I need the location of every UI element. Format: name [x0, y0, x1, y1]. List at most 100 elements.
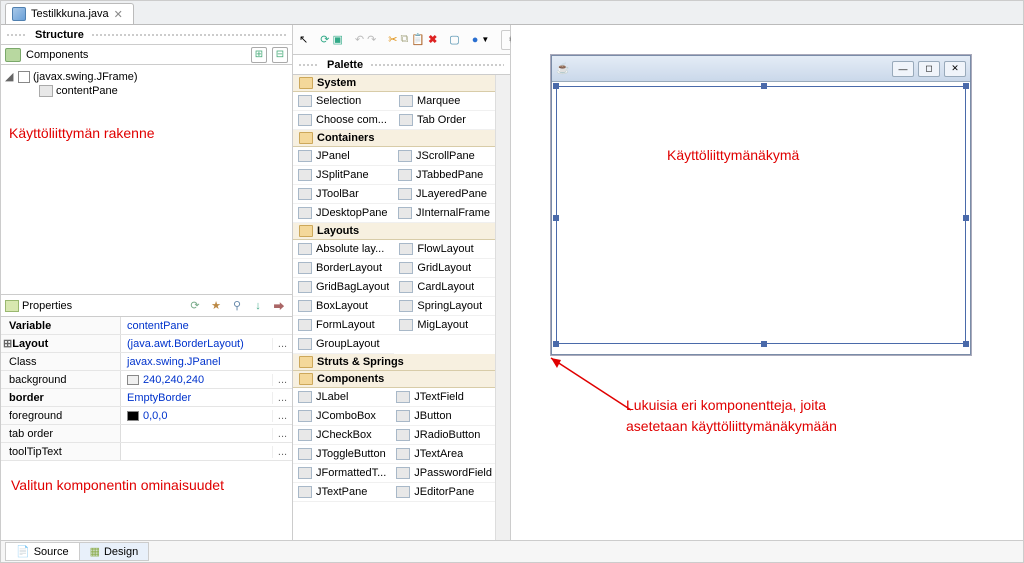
maximize-button[interactable]: ◻: [918, 61, 940, 77]
resize-handle[interactable]: [963, 215, 969, 221]
resize-handle[interactable]: [963, 83, 969, 89]
palette-item[interactable]: BorderLayout: [293, 259, 394, 278]
file-tab[interactable]: Testilkkuna.java ✕: [5, 3, 134, 24]
palette-item[interactable]: JComboBox: [293, 407, 391, 426]
palette-item[interactable]: Tab Order: [394, 111, 495, 130]
palette-item[interactable]: Selection: [293, 92, 394, 111]
palette-item[interactable]: JLabel: [293, 388, 391, 407]
palette-item[interactable]: JLayeredPane: [393, 185, 495, 204]
close-icon[interactable]: ✕: [114, 8, 123, 21]
palette-category[interactable]: Layouts: [293, 223, 495, 240]
tool-paste-icon[interactable]: 📋: [411, 29, 425, 51]
tool-delete-icon[interactable]: ✖: [428, 29, 437, 51]
tool-preview-icon[interactable]: ▢: [449, 29, 459, 51]
tool-cut-icon[interactable]: ✂: [388, 29, 397, 51]
tool-globe-icon[interactable]: ●: [472, 29, 479, 51]
tool-refresh-icon[interactable]: ⟳: [320, 29, 329, 51]
component-icon: [298, 95, 312, 107]
palette-item[interactable]: JTabbedPane: [393, 166, 495, 185]
palette-item[interactable]: CardLayout: [394, 278, 495, 297]
palette-item[interactable]: JInternalFrame: [393, 204, 495, 223]
resize-handle[interactable]: [963, 341, 969, 347]
tool-undo-icon[interactable]: ↶: [355, 29, 364, 51]
palette-item[interactable]: FormLayout: [293, 316, 394, 335]
palette-item[interactable]: JToolBar: [293, 185, 393, 204]
palette-category[interactable]: Components: [293, 371, 495, 388]
palette-body[interactable]: SystemSelectionMarqueeChoose com...Tab O…: [293, 75, 495, 540]
palette-item[interactable]: SpringLayout: [394, 297, 495, 316]
tree-toggle-icon[interactable]: ◢: [5, 70, 15, 83]
minimize-button[interactable]: —: [892, 61, 914, 77]
jframe-preview[interactable]: ☕ — ◻ ✕ Käytt: [551, 55, 971, 355]
resize-handle[interactable]: [761, 341, 767, 347]
palette-category[interactable]: Struts & Springs: [293, 354, 495, 371]
property-row[interactable]: VariablecontentPane: [1, 317, 292, 335]
tool-test-icon[interactable]: ▣: [332, 29, 342, 51]
java-cup-icon: ☕: [556, 62, 570, 76]
palette-item[interactable]: GroupLayout: [293, 335, 394, 354]
palette-title: Palette: [327, 59, 363, 71]
palette-item[interactable]: JRadioButton: [391, 426, 495, 445]
palette-item[interactable]: JSplitPane: [293, 166, 393, 185]
design-canvas[interactable]: ☕ — ◻ ✕ Käytt: [511, 25, 1023, 540]
palette-item[interactable]: JTextPane: [293, 483, 391, 502]
palette-category[interactable]: System: [293, 75, 495, 92]
content-pane-preview[interactable]: Käyttöliittymänäkymä: [556, 86, 966, 344]
property-row[interactable]: borderEmptyBorder...: [1, 389, 292, 407]
palette-item[interactable]: GridLayout: [394, 259, 495, 278]
palette-item[interactable]: MigLayout: [394, 316, 495, 335]
tree-row-contentpane[interactable]: contentPane: [5, 84, 288, 98]
palette-item[interactable]: Absolute lay...: [293, 240, 394, 259]
structure-title: Structure: [35, 29, 84, 41]
property-row[interactable]: Classjavax.swing.JPanel: [1, 353, 292, 371]
collapse-all-button[interactable]: ⊟: [272, 47, 288, 63]
palette-item[interactable]: JFormattedT...: [293, 464, 391, 483]
tool-cursor-icon[interactable]: ↖: [299, 29, 308, 51]
palette-item[interactable]: JTextArea: [391, 445, 495, 464]
palette-item[interactable]: Marquee: [394, 92, 495, 111]
props-tool-4[interactable]: ↓: [249, 297, 267, 315]
property-row[interactable]: toolTipText...: [1, 443, 292, 461]
component-icon: [298, 207, 312, 219]
expand-all-button[interactable]: ⊞: [251, 47, 267, 63]
props-tool-2[interactable]: ★: [207, 297, 225, 315]
palette-item[interactable]: BoxLayout: [293, 297, 394, 316]
palette-item[interactable]: JEditorPane: [391, 483, 495, 502]
palette-item[interactable]: FlowLayout: [394, 240, 495, 259]
resize-handle[interactable]: [553, 341, 559, 347]
props-tool-1[interactable]: ⟳: [186, 297, 204, 315]
props-tool-3[interactable]: ⚲: [228, 297, 246, 315]
palette-item[interactable]: JDesktopPane: [293, 204, 393, 223]
palette-item[interactable]: JButton: [391, 407, 495, 426]
palette-item[interactable]: JPanel: [293, 147, 393, 166]
property-row[interactable]: tab order...: [1, 425, 292, 443]
component-icon: [298, 467, 312, 479]
palette-item[interactable]: GridBagLayout: [293, 278, 394, 297]
palette-category[interactable]: Containers: [293, 130, 495, 147]
property-row[interactable]: ⊞ Layout(java.awt.BorderLayout)...: [1, 335, 292, 353]
component-tree[interactable]: ◢ (javax.swing.JFrame) contentPane Käytt…: [1, 65, 292, 294]
tree-checkbox[interactable]: [18, 71, 30, 83]
resize-handle[interactable]: [553, 83, 559, 89]
tab-design[interactable]: ▦ Design: [79, 542, 150, 561]
palette-item[interactable]: JCheckBox: [293, 426, 391, 445]
palette-scrollbar[interactable]: [495, 75, 510, 540]
tree-row-frame[interactable]: ◢ (javax.swing.JFrame): [5, 69, 288, 84]
component-icon: [298, 281, 312, 293]
tool-copy-icon[interactable]: ⧉: [401, 29, 409, 51]
property-row[interactable]: background240,240,240...: [1, 371, 292, 389]
resize-handle[interactable]: [553, 215, 559, 221]
tab-source[interactable]: 📄 Source: [5, 542, 80, 561]
palette-item[interactable]: JScrollPane: [393, 147, 495, 166]
props-tool-5[interactable]: ⮕: [270, 297, 288, 315]
palette-item[interactable]: JTextField: [391, 388, 495, 407]
component-icon: [399, 243, 413, 255]
palette-item[interactable]: JPasswordField: [391, 464, 495, 483]
close-button[interactable]: ✕: [944, 61, 966, 77]
resize-handle[interactable]: [761, 83, 767, 89]
palette-item[interactable]: JToggleButton: [293, 445, 391, 464]
property-row[interactable]: foreground0,0,0...: [1, 407, 292, 425]
tool-redo-icon[interactable]: ↷: [367, 29, 376, 51]
palette-item[interactable]: Choose com...: [293, 111, 394, 130]
properties-table[interactable]: VariablecontentPane⊞ Layout(java.awt.Bor…: [1, 317, 292, 540]
